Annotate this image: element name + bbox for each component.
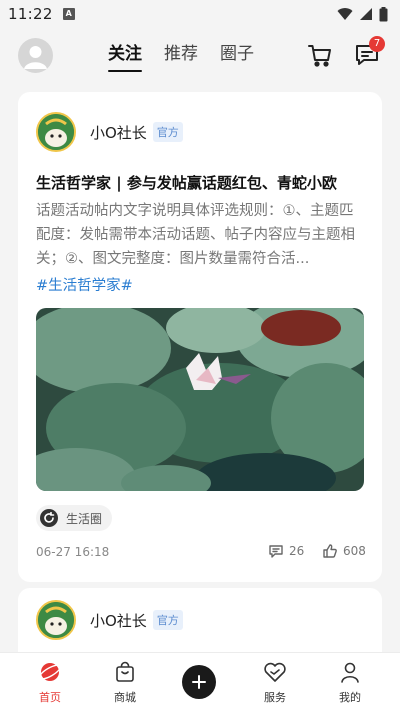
nav-mall[interactable]: 商城: [95, 659, 155, 705]
official-badge: 官方: [152, 122, 183, 142]
circle-chip[interactable]: 生活圈: [36, 505, 113, 531]
nav-service[interactable]: 服务: [245, 659, 305, 705]
comment-count: 26: [289, 544, 305, 558]
tab-circles[interactable]: 圈子: [220, 42, 254, 72]
like-button[interactable]: 608: [322, 543, 366, 559]
nav-service-label: 服务: [264, 691, 286, 704]
post-image[interactable]: [36, 308, 364, 491]
create-post-button[interactable]: [182, 665, 216, 699]
notification-icon: A: [62, 8, 75, 20]
thumbs-up-icon: [323, 544, 337, 558]
mascot-avatar-icon: [38, 114, 74, 150]
mascot-avatar-icon: [38, 602, 74, 638]
author-avatar[interactable]: [36, 112, 76, 152]
post-card[interactable]: 小O社长 官方 生活哲学家 | 参与发帖赢话题红包、青蛇小欧 话题活动帖内文字说…: [18, 92, 382, 582]
post-timestamp: 06-27 16:18: [36, 545, 110, 559]
plus-icon: [192, 675, 206, 689]
post-title[interactable]: 生活哲学家 | 参与发帖赢话题红包、青蛇小欧: [36, 172, 366, 193]
author-name[interactable]: 小O社长: [90, 122, 147, 143]
heart-service-icon: [262, 659, 288, 685]
shopping-bag-icon: [112, 659, 138, 685]
tab-recommended[interactable]: 推荐: [164, 42, 198, 72]
top-navigation: 关注 推荐 圈子 7: [0, 28, 400, 86]
comment-icon: [269, 545, 283, 558]
home-planet-icon: [37, 659, 63, 685]
circle-label: 生活圈: [66, 511, 103, 526]
nav-home[interactable]: 首页: [20, 659, 80, 705]
like-count: 608: [343, 544, 366, 558]
signal-icon: [360, 8, 372, 20]
author-name[interactable]: 小O社长: [90, 610, 147, 631]
official-badge: 官方: [152, 610, 183, 630]
wifi-icon: [337, 8, 353, 20]
cart-icon: [308, 45, 331, 67]
default-avatar-icon: [24, 46, 47, 69]
status-icons: [337, 6, 388, 22]
author-avatar[interactable]: [36, 600, 76, 640]
nav-profile[interactable]: 我的: [320, 659, 380, 705]
author-row: 小O社长 官方: [36, 600, 183, 640]
comment-button[interactable]: 26: [268, 543, 304, 559]
bottom-navigation: 首页 商城 服务 我的: [0, 652, 400, 712]
circle-refresh-icon: [40, 509, 58, 527]
status-bar: 11:22 A: [0, 0, 400, 28]
lotus-pond-photo: [36, 308, 364, 491]
battery-icon: [379, 6, 388, 21]
tab-following[interactable]: 关注: [108, 42, 142, 72]
feed-tabs: 关注 推荐 圈子: [108, 42, 254, 72]
person-icon: [337, 659, 363, 685]
status-time: 11:22: [8, 5, 53, 23]
nav-profile-label: 我的: [339, 691, 361, 704]
cart-button[interactable]: [306, 41, 334, 69]
post-body[interactable]: 话题活动帖内文字说明具体评选规则：①、主题匹配度：发帖需带本活动话题、帖子内容应…: [36, 199, 366, 271]
message-badge: 7: [369, 36, 385, 52]
nav-mall-label: 商城: [114, 691, 136, 704]
topic-tag-link[interactable]: #生活哲学家#: [36, 274, 133, 295]
user-avatar[interactable]: [18, 38, 53, 73]
nav-home-label: 首页: [39, 691, 61, 704]
author-row: 小O社长 官方: [36, 112, 183, 152]
